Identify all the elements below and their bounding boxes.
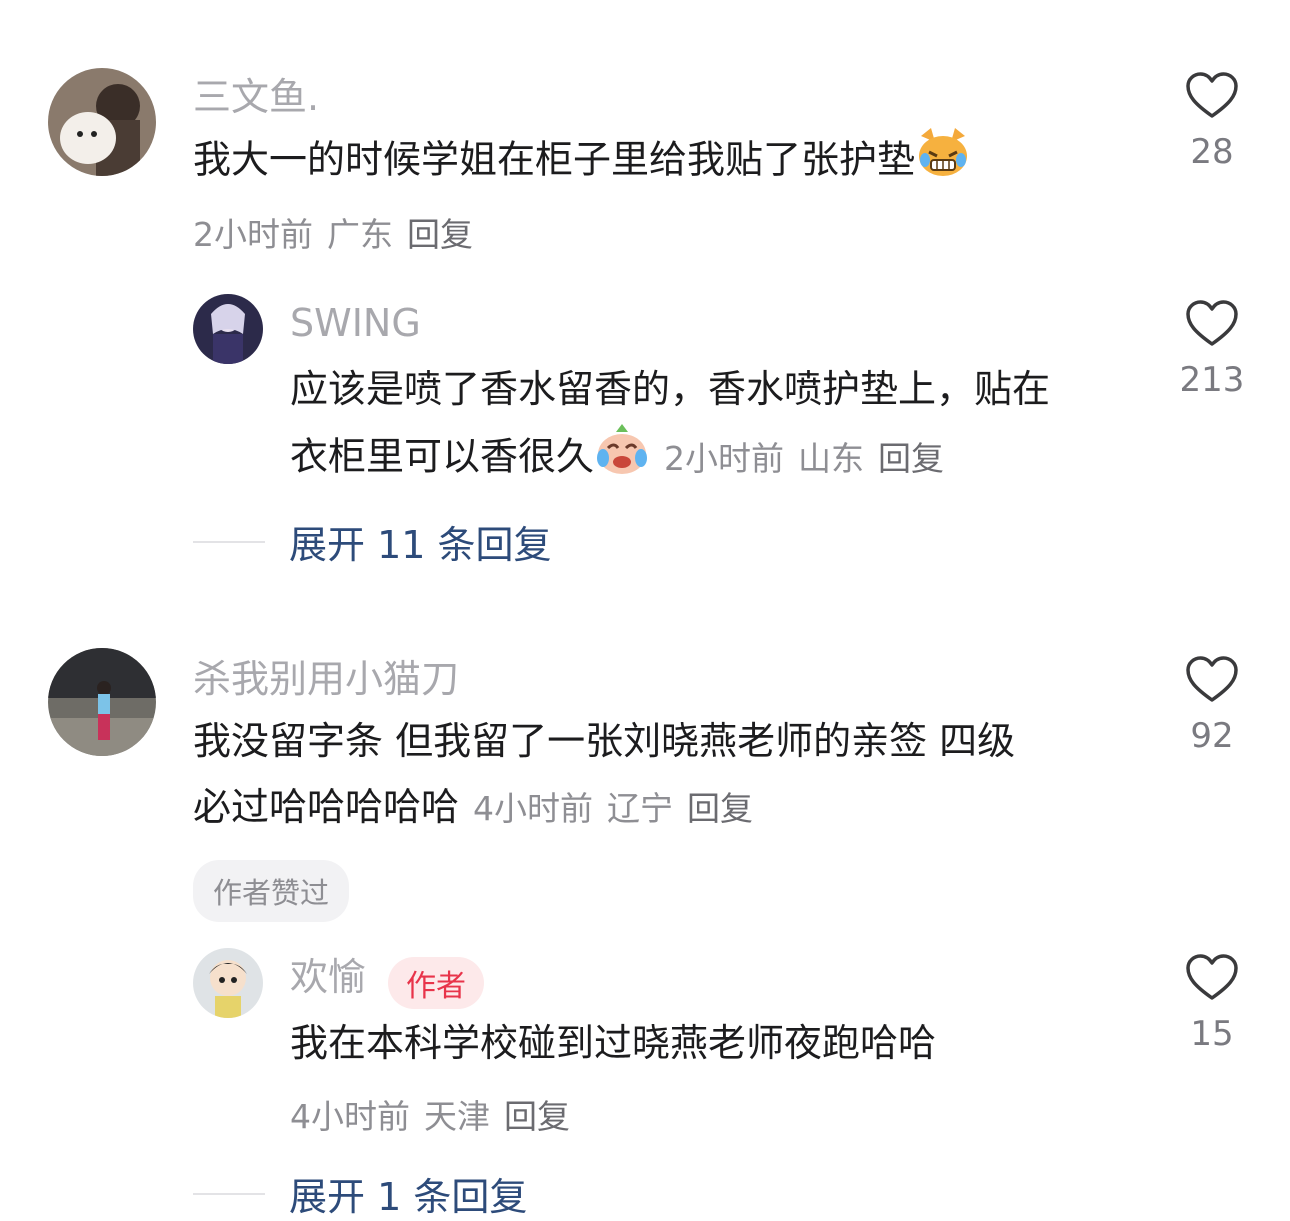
- reply-button[interactable]: 回复: [687, 789, 753, 828]
- divider: [193, 1192, 265, 1195]
- author-liked-badge: 作者赞过: [193, 860, 350, 922]
- heart-icon: [1186, 300, 1238, 346]
- like-count: 15: [1190, 1014, 1234, 1054]
- location: 天津: [424, 1097, 490, 1136]
- username[interactable]: SWING: [290, 300, 421, 346]
- timestamp: 2小时前: [664, 438, 785, 478]
- comment-text: 我大一的时候学姐在柜子里给我贴了张护垫: [193, 126, 971, 198]
- crying-laugh-emoji: [594, 422, 650, 496]
- expand-replies-button[interactable]: 展开 1 条回复: [193, 1166, 527, 1221]
- cat-grimace-emoji: [915, 126, 971, 198]
- heart-icon: [1186, 72, 1238, 118]
- location: 广东: [327, 215, 393, 254]
- username[interactable]: 欢愉: [290, 955, 366, 999]
- like-count: 92: [1190, 716, 1234, 756]
- avatar[interactable]: [48, 648, 156, 756]
- avatar[interactable]: [193, 948, 263, 1018]
- like-button[interactable]: 92: [1157, 656, 1267, 756]
- location: 山东: [798, 438, 865, 478]
- reply-button[interactable]: 回复: [504, 1097, 570, 1136]
- author-tag: 作者: [388, 956, 485, 1009]
- comment-meta: 2小时前 广东 回复: [193, 208, 487, 256]
- like-button[interactable]: 15: [1157, 954, 1267, 1054]
- expand-replies-button[interactable]: 展开 11 条回复: [193, 514, 552, 569]
- reply-meta: 4小时前 天津 回复: [290, 1090, 584, 1138]
- reply-text: 应该是喷了香水留香的，香水喷护垫上，贴在 衣柜里可以香很久 2小时前 山东 回复: [290, 356, 1150, 496]
- heart-icon: [1186, 954, 1238, 1000]
- reply-text: 我在本科学校碰到过晓燕老师夜跑哈哈: [290, 1021, 937, 1065]
- reply-button[interactable]: 回复: [407, 215, 473, 254]
- reply-button[interactable]: 回复: [878, 439, 944, 478]
- like-button[interactable]: 28: [1157, 72, 1267, 172]
- like-count: 28: [1190, 132, 1234, 172]
- like-button[interactable]: 213: [1157, 300, 1267, 400]
- expand-replies-label: 展开 1 条回复: [289, 1175, 528, 1219]
- like-count: 213: [1179, 360, 1245, 400]
- divider: [193, 540, 265, 543]
- timestamp: 4小时前: [473, 789, 594, 828]
- comment-text: 我没留字条 但我留了一张刘晓燕老师的亲签 四级 必过哈哈哈哈哈 4小时前 辽宁 回复: [193, 719, 1016, 829]
- expand-replies-label: 展开 11 条回复: [289, 523, 552, 567]
- timestamp: 4小时前: [290, 1097, 410, 1136]
- username[interactable]: 三文鱼.: [193, 74, 319, 120]
- location: 辽宁: [607, 789, 674, 828]
- avatar[interactable]: [193, 294, 263, 364]
- avatar[interactable]: [48, 68, 156, 176]
- timestamp: 2小时前: [193, 215, 313, 254]
- heart-icon: [1186, 656, 1238, 702]
- username[interactable]: 杀我别用小猫刀: [193, 656, 459, 702]
